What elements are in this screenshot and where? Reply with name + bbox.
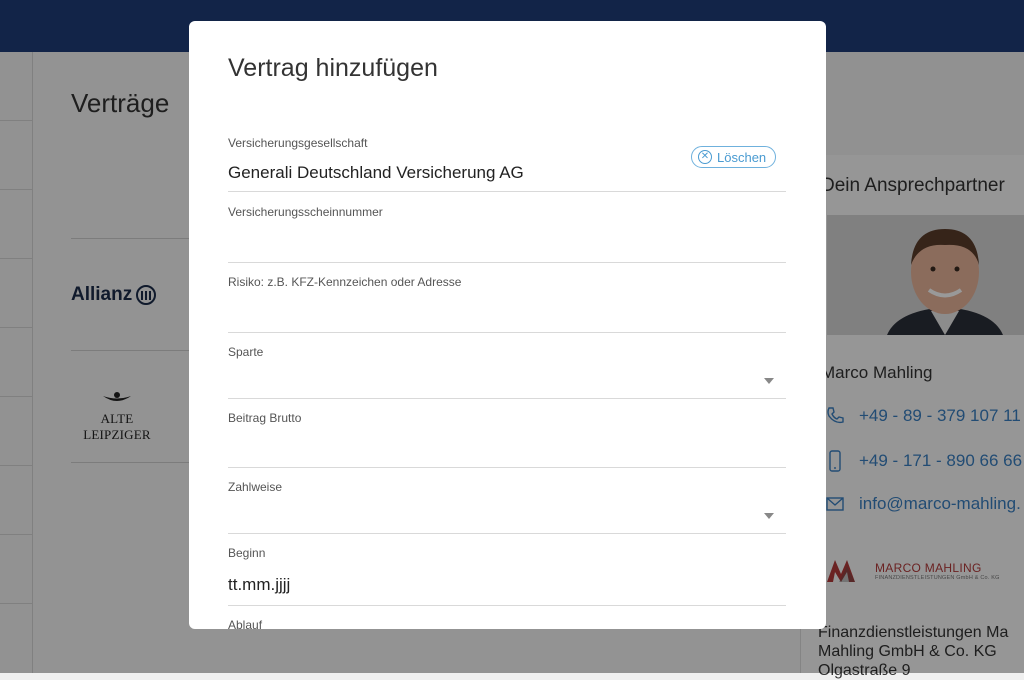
insurance-company-field[interactable]: Versicherungsgesellschaft Generali Deuts… [228,136,786,193]
field-underline [228,332,786,333]
field-label: Beitrag Brutto [228,411,302,425]
dialog-title: Vertrag hinzufügen [228,54,438,82]
start-date-input[interactable]: tt.mm.jjjj [228,575,290,595]
field-underline [228,533,786,534]
field-label: Ablauf [228,618,263,629]
add-contract-dialog: Vertrag hinzufügen ✕ Löschen Versicherun… [189,21,826,629]
field-label: Beginn [228,546,266,560]
policy-number-field[interactable]: Versicherungsscheinnummer [228,205,786,263]
chevron-down-icon[interactable] [764,513,774,519]
branch-select[interactable]: Sparte [228,345,786,399]
insurance-company-input[interactable]: Generali Deutschland Versicherung AG [228,163,524,183]
field-underline [228,262,786,263]
end-date-field[interactable]: Ablauf [228,618,786,629]
field-underline [228,605,786,606]
field-label: Risiko: z.B. KFZ-Kennzeichen oder Adress… [228,275,462,289]
field-label: Versicherungsscheinnummer [228,205,383,219]
field-underline [228,191,786,192]
risk-field[interactable]: Risiko: z.B. KFZ-Kennzeichen oder Adress… [228,275,786,333]
field-underline [228,398,786,399]
payment-frequency-select[interactable]: Zahlweise [228,480,786,534]
field-label: Versicherungsgesellschaft [228,136,368,150]
field-label: Zahlweise [228,480,283,494]
gross-premium-field[interactable]: Beitrag Brutto [228,411,786,469]
field-underline [228,467,786,468]
start-date-field[interactable]: Beginn tt.mm.jjjj [228,546,786,606]
field-label: Sparte [228,345,264,359]
chevron-down-icon[interactable] [764,378,774,384]
